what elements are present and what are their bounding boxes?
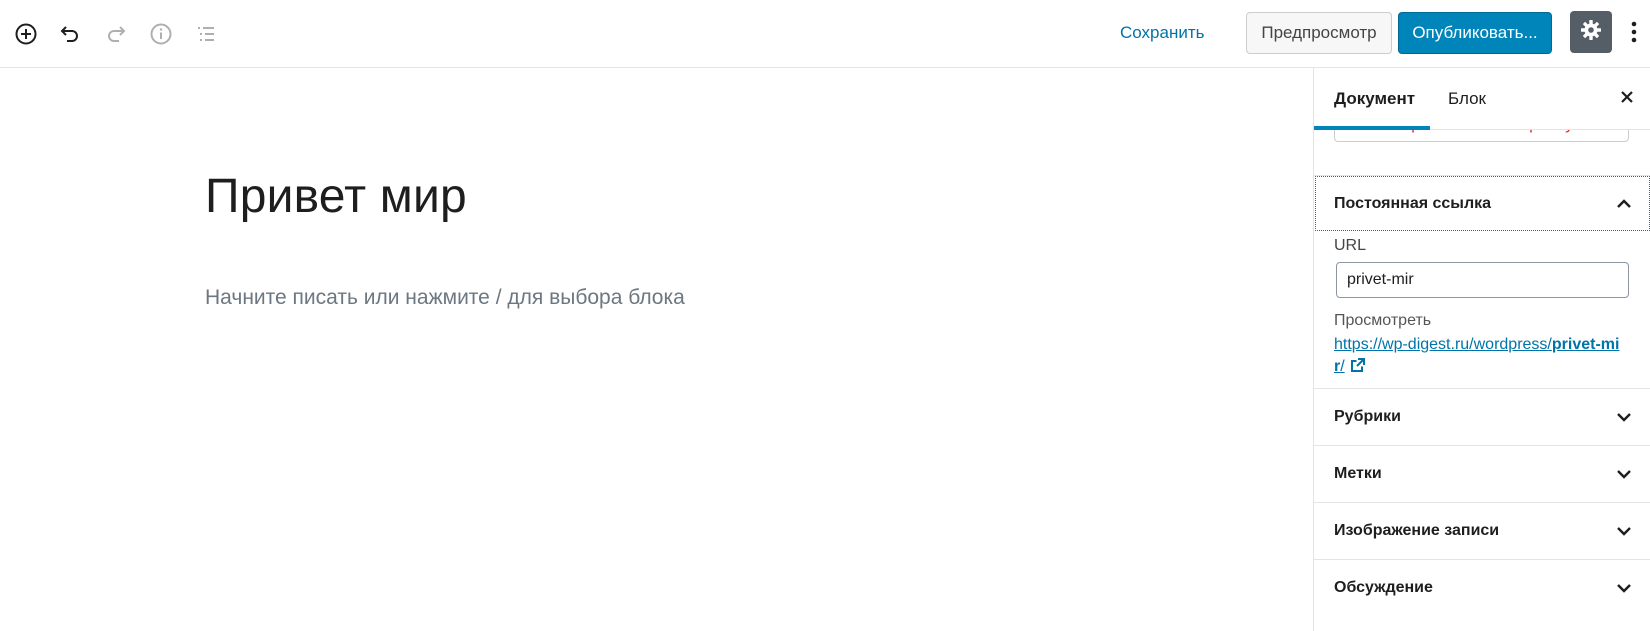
panel-title: Постоянная ссылка (1334, 195, 1492, 212)
block-placeholder[interactable]: Начните писать или нажмите / для выбора … (205, 284, 685, 312)
preview-button[interactable]: Предпросмотр (1246, 12, 1392, 54)
editor-header: Сохранить Предпросмотр Опубликовать... (0, 0, 1650, 68)
panel-discussion-toggle[interactable]: Обсуждение (1314, 559, 1650, 616)
panel-title: Изображение записи (1334, 522, 1500, 539)
chevron-down-icon (1614, 464, 1634, 484)
view-label: Просмотреть (1334, 312, 1432, 329)
tab-document[interactable]: Документ (1334, 88, 1415, 110)
panel-title: Рубрики (1334, 408, 1401, 425)
add-block-icon[interactable] (8, 16, 44, 52)
permalink-prefix: https://wp-digest.ru/wordpress/ (1334, 336, 1552, 353)
close-icon (1620, 90, 1634, 109)
permalink-suffix: / (1340, 358, 1345, 375)
chevron-down-icon (1614, 407, 1634, 427)
editor-canvas: Привет мир Начните писать или нажмите / … (0, 68, 1313, 631)
post-title[interactable]: Привет мир (205, 167, 467, 227)
undo-icon[interactable] (52, 16, 88, 52)
panel-tags-toggle[interactable]: Метки (1314, 445, 1650, 502)
close-sidebar-button[interactable] (1614, 86, 1640, 112)
panel-title: Метки (1334, 465, 1382, 482)
active-tab-indicator (1314, 126, 1430, 130)
save-draft-button[interactable]: Сохранить (1120, 22, 1204, 44)
panel-featured-image-toggle[interactable]: Изображение записи (1314, 502, 1650, 559)
panel-permalink-toggle[interactable]: Постоянная ссылка (1314, 175, 1650, 232)
settings-button[interactable] (1570, 11, 1612, 53)
outline-icon[interactable] (188, 16, 224, 52)
chevron-down-icon (1614, 578, 1634, 598)
url-slug-input[interactable] (1336, 262, 1629, 298)
chevron-up-icon (1614, 194, 1634, 214)
gear-icon (1579, 18, 1603, 47)
sidebar-tabs: Документ Блок (1314, 68, 1650, 130)
panel-categories-toggle[interactable]: Рубрики (1314, 388, 1650, 445)
external-link-icon (1349, 357, 1366, 381)
permalink-link[interactable]: https://wp-digest.ru/wordpress/privet-mi… (1334, 334, 1624, 381)
more-menu-button[interactable] (1622, 16, 1646, 52)
redo-icon[interactable] (98, 16, 134, 52)
url-label: URL (1334, 237, 1367, 254)
publish-button[interactable]: Опубликовать... (1398, 12, 1552, 54)
panel-title: Обсуждение (1334, 579, 1433, 596)
chevron-down-icon (1614, 521, 1634, 541)
tab-block[interactable]: Блок (1448, 88, 1486, 110)
more-vertical-icon (1631, 20, 1637, 49)
info-icon[interactable] (143, 16, 179, 52)
settings-sidebar: Документ Блок Переместить в корзину Пост… (1313, 68, 1650, 631)
